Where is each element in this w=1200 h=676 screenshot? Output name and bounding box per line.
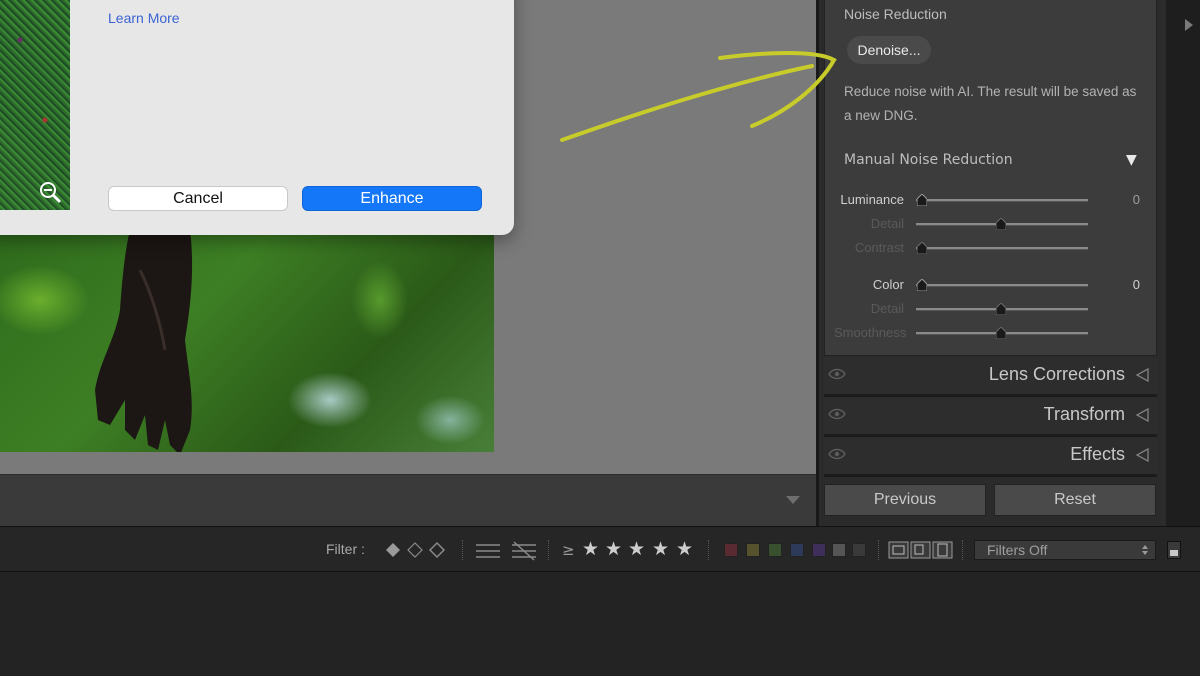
color-detail-slider-thumb[interactable] [996,303,1006,315]
color-slider-track[interactable] [916,284,1088,287]
animal-paw-image [95,230,193,452]
dropdown-arrows-icon [1142,545,1148,555]
noise-reduction-description: Reduce noise with AI. The result will be… [844,84,1137,123]
color-label-green[interactable] [768,543,782,557]
lens-corrections-section[interactable]: Lens Corrections [824,358,1157,397]
rating-star-icon[interactable]: ★ [676,538,693,560]
lens-corrections-title: Lens Corrections [988,364,1125,384]
color-label-yellow[interactable] [746,543,760,557]
previous-button[interactable]: Previous [824,484,986,516]
color-label-blue[interactable] [790,543,804,557]
toolbar-toggle-icon[interactable] [784,493,802,507]
slider-label-luminance: Luminance [840,192,904,207]
color-label-purple[interactable] [812,543,826,557]
slider-label-color: Color [872,277,904,292]
enhance-button[interactable]: Enhance [302,186,482,211]
divider [878,540,880,560]
divider [462,540,464,560]
flag-filter-icons[interactable] [380,539,452,561]
contrast-slider-thumb[interactable] [917,242,927,254]
slider-label-color-detail: Detail [870,301,904,316]
zoom-out-icon[interactable] [38,180,64,206]
eye-icon[interactable] [828,408,846,420]
rating-star-icon[interactable]: ★ [628,538,645,560]
filter-preset-value: Filters Off [987,542,1048,558]
expand-triangle-icon[interactable] [1135,448,1149,462]
annotation-arrow [560,51,837,142]
eye-icon[interactable] [828,368,846,380]
divider [708,540,710,560]
rating-star-icon[interactable]: ★ [605,538,622,560]
slider-label-smoothness: Smoothness [834,325,907,340]
panel-edge [1166,0,1200,526]
color-slider-thumb[interactable] [917,279,927,291]
kind-filter-icons[interactable] [888,541,954,559]
collapse-triangle-icon[interactable]: ▼ [1126,152,1137,168]
edit-filter-icons[interactable] [474,540,538,562]
learn-more-link[interactable]: Learn More [108,10,180,26]
divider [962,540,964,560]
divider [548,540,550,560]
eye-icon[interactable] [828,448,846,460]
effects-title: Effects [1070,444,1125,464]
filter-lock-toggle[interactable] [1167,541,1181,559]
denoise-button[interactable]: Denoise... [847,36,931,64]
panel-collapse-arrow-icon[interactable] [1184,18,1194,32]
detail-slider-thumb[interactable] [996,218,1006,230]
contrast-slider-track[interactable] [916,247,1088,250]
slider-label-detail: Detail [870,216,904,231]
color-label-custom[interactable] [832,543,846,557]
color-value[interactable]: 0 [1120,277,1140,292]
reset-button[interactable]: Reset [994,484,1156,516]
luminance-slider-thumb[interactable] [917,194,927,206]
filter-label: Filter : [326,541,365,557]
canvas-toolbar [0,474,816,527]
rating-operator[interactable]: ≥ [562,541,575,559]
photo-preview[interactable] [0,210,494,452]
denoise-preview-thumbnail[interactable] [0,0,70,210]
manual-noise-reduction-title[interactable]: Manual Noise Reduction [844,152,1013,168]
cancel-button[interactable]: Cancel [108,186,288,211]
slider-label-contrast: Contrast [854,240,904,255]
effects-section[interactable]: Effects [824,438,1157,477]
lock-icon [1170,550,1178,556]
rating-star-icon[interactable]: ★ [582,538,599,560]
rating-star-icon[interactable]: ★ [652,538,669,560]
luminance-slider-track[interactable] [916,199,1088,202]
expand-triangle-icon[interactable] [1135,408,1149,422]
transform-title: Transform [1043,404,1125,424]
smoothness-slider-thumb[interactable] [996,327,1006,339]
color-label-red[interactable] [724,543,738,557]
luminance-value[interactable]: 0 [1120,192,1140,207]
noise-reduction-title: Noise Reduction [844,6,947,22]
expand-triangle-icon[interactable] [1135,368,1149,382]
filmstrip [0,572,1200,676]
filter-preset-dropdown[interactable]: Filters Off [974,540,1156,560]
transform-section[interactable]: Transform [824,398,1157,437]
color-label-none[interactable] [852,543,866,557]
